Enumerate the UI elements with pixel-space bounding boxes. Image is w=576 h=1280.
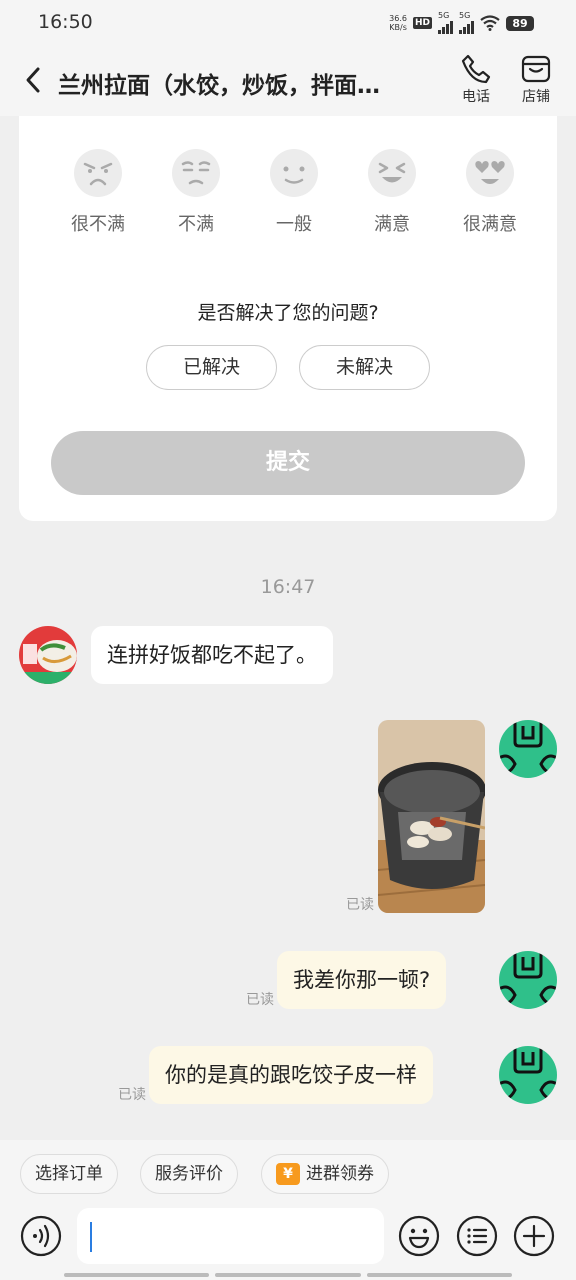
service-rating-chip[interactable]: 服务评价 bbox=[140, 1154, 238, 1194]
rating-option-unsatisfied[interactable]: 不满 bbox=[147, 148, 245, 236]
network-speed: 36.6 KB/s bbox=[389, 14, 407, 32]
phone-button[interactable]: 电话 bbox=[451, 52, 501, 106]
message-image[interactable] bbox=[378, 720, 485, 913]
battery-icon: 89 bbox=[506, 15, 534, 31]
rating-card: 很不满 不满 一般 满意 很满意 是否解决了您的问题? 已解决 未解决 提交 bbox=[19, 116, 557, 521]
wifi-icon bbox=[480, 15, 500, 31]
unsatisfied-face-icon bbox=[172, 149, 220, 197]
join-group-coupon-chip[interactable]: ¥ 进群领券 bbox=[261, 1154, 389, 1194]
rating-option-very-satisfied[interactable]: 很满意 bbox=[441, 148, 539, 236]
satisfied-face-icon bbox=[368, 149, 416, 197]
read-receipt: 已读 bbox=[346, 897, 374, 913]
signal-icon: 5G bbox=[438, 12, 453, 34]
select-order-chip[interactable]: 选择订单 bbox=[20, 1154, 118, 1194]
submit-button[interactable]: 提交 bbox=[51, 431, 525, 495]
store-label: 店铺 bbox=[522, 89, 550, 105]
read-receipt: 已读 bbox=[246, 992, 274, 1008]
user-avatar-image bbox=[499, 951, 557, 1009]
gesture-nav-bar bbox=[64, 1273, 512, 1277]
signal-icon-2: 5G bbox=[459, 12, 474, 34]
very-unsatisfied-face-icon bbox=[74, 149, 122, 197]
message-input[interactable] bbox=[77, 1208, 384, 1264]
rating-options: 很不满 不满 一般 满意 很满意 bbox=[49, 148, 539, 236]
neutral-face-icon bbox=[270, 149, 318, 197]
very-satisfied-face-icon bbox=[466, 149, 514, 197]
message-bubble-user[interactable]: 你的是真的跟吃饺子皮一样 bbox=[149, 1046, 433, 1104]
coupon-icon: ¥ bbox=[276, 1163, 300, 1185]
message-bubble-merchant[interactable]: 连拼好饭都吃不起了。 bbox=[91, 626, 333, 684]
rating-option-very-unsatisfied[interactable]: 很不满 bbox=[49, 148, 147, 236]
merchant-avatar-image bbox=[19, 626, 77, 684]
unresolved-button[interactable]: 未解决 bbox=[299, 345, 430, 390]
quick-menu-icon[interactable] bbox=[456, 1215, 498, 1257]
trash-dumplings-photo bbox=[378, 720, 485, 913]
rating-option-satisfied[interactable]: 满意 bbox=[343, 148, 441, 236]
bottom-bar: 选择订单 服务评价 ¥ 进群领券 bbox=[0, 1140, 576, 1280]
message-bubble-user[interactable]: 我差你那一顿? bbox=[277, 951, 447, 1009]
chat-header: 兰州拉面（水饺，炒饭，拌面… 电话 店铺 bbox=[0, 46, 576, 116]
user-avatar-image bbox=[499, 1046, 557, 1104]
user-avatar[interactable] bbox=[499, 1046, 557, 1104]
phone-icon bbox=[461, 54, 491, 84]
user-avatar[interactable] bbox=[499, 720, 557, 778]
user-avatar-image bbox=[499, 720, 557, 778]
resolution-question: 是否解决了您的问题? bbox=[197, 302, 379, 324]
store-icon bbox=[521, 55, 551, 83]
user-avatar[interactable] bbox=[499, 951, 557, 1009]
plus-icon[interactable] bbox=[513, 1215, 555, 1257]
merchant-avatar[interactable] bbox=[19, 626, 77, 684]
text-cursor bbox=[90, 1222, 92, 1252]
phone-label: 电话 bbox=[462, 89, 490, 105]
resolved-button[interactable]: 已解决 bbox=[146, 345, 277, 390]
status-bar: 16:50 36.6 KB/s HD 5G 5G 89 bbox=[0, 0, 576, 46]
store-button[interactable]: 店铺 bbox=[511, 52, 561, 106]
voice-input-icon[interactable] bbox=[20, 1215, 62, 1257]
status-time: 16:50 bbox=[38, 11, 93, 33]
page-title: 兰州拉面（水饺，炒饭，拌面… bbox=[58, 73, 380, 99]
emoji-icon[interactable] bbox=[398, 1215, 440, 1257]
status-icons: 36.6 KB/s HD 5G 5G 89 bbox=[389, 12, 534, 34]
rating-option-neutral[interactable]: 一般 bbox=[245, 148, 343, 236]
back-arrow-icon[interactable] bbox=[20, 64, 48, 96]
hd-icon: HD bbox=[412, 17, 432, 29]
chat-timestamp: 16:47 bbox=[260, 576, 316, 598]
read-receipt: 已读 bbox=[118, 1087, 146, 1103]
